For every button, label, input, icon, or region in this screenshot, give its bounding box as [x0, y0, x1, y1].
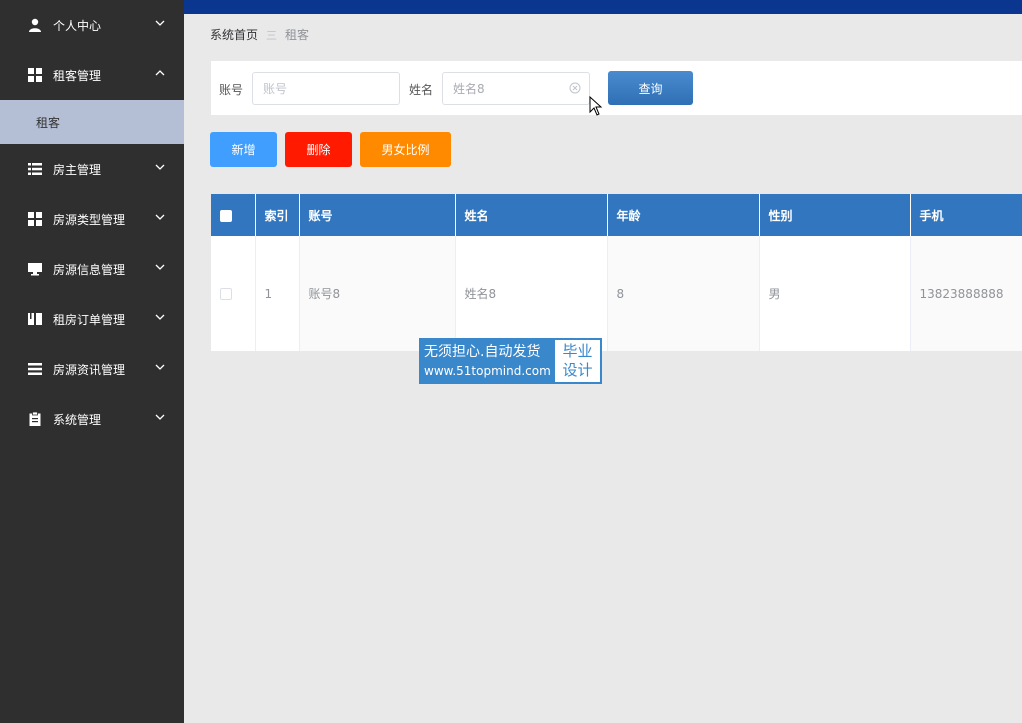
sidebar-item-label: 房源资讯管理	[53, 362, 126, 377]
grid-icon	[28, 212, 42, 226]
sidebar-item-house-news-management[interactable]: 房源资讯管理	[0, 344, 184, 394]
book-icon	[28, 312, 42, 326]
table-row[interactable]: 1 账号8 姓名8 8 男 13823888888	[211, 236, 1022, 351]
watermark-right: 毕业 设计	[555, 340, 600, 382]
chevron-down-icon	[155, 264, 165, 270]
list-icon	[28, 362, 42, 376]
sidebar-item-house-info-management[interactable]: 房源信息管理	[0, 244, 184, 294]
cell-age: 8	[607, 236, 760, 351]
breadcrumb-current: 租客	[285, 28, 310, 42]
account-label: 账号	[219, 83, 244, 97]
chevron-up-icon	[155, 70, 165, 76]
sidebar-item-tenant-management[interactable]: 租客管理	[0, 50, 184, 100]
clipboard-icon	[28, 412, 42, 426]
gender-ratio-button[interactable]: 男女比例	[360, 132, 451, 167]
watermark-left: 无须担心.自动发货 www.51topmind.com	[420, 339, 554, 383]
sidebar-item-label: 租房订单管理	[53, 312, 126, 327]
sidebar-item-rental-order-management[interactable]: 租房订单管理	[0, 294, 184, 344]
sidebar-subitem-label: 租客	[36, 115, 61, 130]
column-header-account: 账号	[299, 194, 456, 236]
breadcrumb-separator: 三	[266, 28, 278, 42]
name-search-input[interactable]	[442, 72, 590, 105]
sidebar-item-label: 个人中心	[53, 18, 102, 33]
column-header-gender: 性别	[759, 194, 911, 236]
select-all-cell	[211, 194, 256, 236]
cell-index: 1	[255, 236, 300, 351]
sidebar-item-label: 房源类型管理	[53, 212, 126, 227]
mouse-cursor-icon	[589, 96, 603, 116]
sidebar-item-house-type-management[interactable]: 房源类型管理	[0, 194, 184, 244]
sidebar-item-label: 系统管理	[53, 412, 102, 427]
chevron-down-icon	[155, 414, 165, 420]
watermark-url: www.51topmind.com	[424, 364, 551, 378]
chevron-down-icon	[155, 20, 165, 26]
watermark-slogan: 无须担心.自动发货	[424, 344, 541, 360]
account-search-input[interactable]	[252, 72, 400, 105]
user-icon	[28, 18, 42, 32]
table-header-row: 索引 账号 姓名 年龄 性别 手机	[211, 194, 1022, 236]
breadcrumb-home[interactable]: 系统首页	[210, 26, 258, 43]
sidebar-item-label: 房源信息管理	[53, 262, 126, 277]
column-header-age: 年龄	[607, 194, 760, 236]
cell-account: 账号8	[299, 236, 456, 351]
row-checkbox[interactable]	[220, 288, 232, 300]
sidebar: 个人中心 租客管理 租客 房主管理 房源类型管理 房源信息管理 租房订单管理 房…	[0, 0, 184, 723]
cell-name: 姓名8	[455, 236, 608, 351]
query-button[interactable]: 查询	[608, 71, 693, 105]
sidebar-item-personal-center[interactable]: 个人中心	[0, 0, 184, 50]
sidebar-item-landlord-management[interactable]: 房主管理	[0, 144, 184, 194]
cell-phone: 13823888888	[910, 236, 1022, 351]
sidebar-subitem-tenant[interactable]: 租客	[0, 100, 184, 144]
column-header-name: 姓名	[455, 194, 608, 236]
search-bar: 账号 姓名 查询	[211, 61, 1022, 115]
chevron-down-icon	[155, 164, 165, 170]
watermark-banner: 无须担心.自动发货 www.51topmind.com 毕业 设计	[419, 338, 602, 384]
grid-icon	[28, 68, 42, 82]
chevron-down-icon	[155, 314, 165, 320]
sidebar-item-label: 租客管理	[53, 68, 102, 83]
name-label: 姓名	[409, 83, 434, 97]
watermark-right-line1: 毕业	[562, 342, 593, 360]
list-icon	[28, 162, 42, 176]
chevron-down-icon	[155, 214, 165, 220]
sidebar-item-system-management[interactable]: 系统管理	[0, 394, 184, 444]
row-select-cell	[211, 236, 256, 351]
sidebar-item-label: 房主管理	[53, 162, 102, 177]
clear-icon[interactable]	[569, 82, 581, 94]
breadcrumb: 系统首页 三 租客	[210, 26, 309, 43]
delete-button[interactable]: 删除	[285, 132, 352, 167]
column-header-index: 索引	[255, 194, 300, 236]
watermark-right-line2: 设计	[562, 361, 593, 379]
monitor-icon	[28, 262, 42, 276]
tenant-table: 索引 账号 姓名 年龄 性别 手机 1 账号8 姓名8 8 男 13823888…	[211, 194, 1022, 351]
chevron-down-icon	[155, 364, 165, 370]
top-bar	[184, 0, 1022, 14]
column-header-phone: 手机	[910, 194, 1022, 236]
add-button[interactable]: 新增	[210, 132, 277, 167]
select-all-checkbox[interactable]	[220, 209, 232, 222]
cell-gender: 男	[759, 236, 911, 351]
